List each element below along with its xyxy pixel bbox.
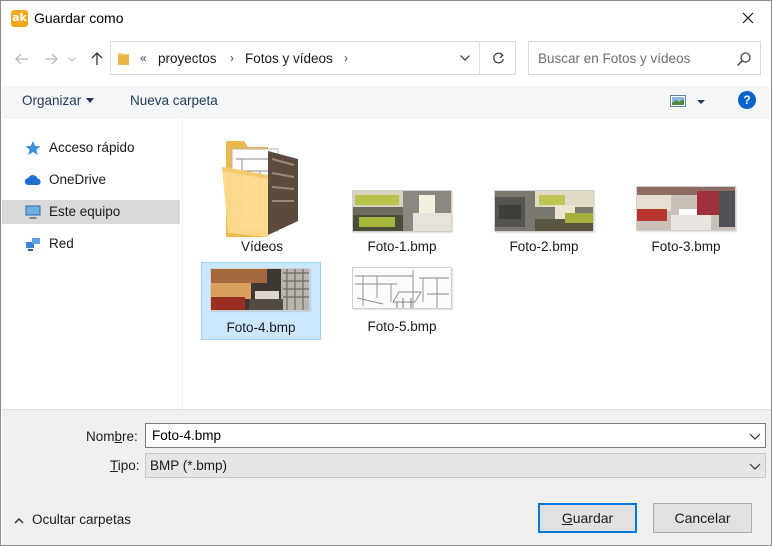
command-bar: Organizar Nueva carpeta ? xyxy=(2,86,770,118)
save-button-accesskey: G xyxy=(561,510,573,526)
file-type-label-text: ipo: xyxy=(117,458,140,473)
image-thumbnail xyxy=(210,268,310,311)
file-list: Vídeos Foto-1.bmp Foto-2.bmp Foto-3.bmp … xyxy=(184,119,771,409)
hide-folders-label: Ocultar carpetas xyxy=(32,512,132,527)
chevron-up-icon xyxy=(14,517,24,524)
file-name-label-text: Nom xyxy=(86,429,115,444)
save-button-label: uardar xyxy=(572,510,614,526)
search-box[interactable] xyxy=(528,41,761,75)
save-as-dialog: ak Guardar como « proyectos › Fotos y ví… xyxy=(0,0,772,546)
forward-button[interactable] xyxy=(41,49,61,69)
folder-icon xyxy=(118,53,129,65)
computer-icon xyxy=(25,205,41,219)
sidebar-item-quick-access[interactable]: Acceso rápido xyxy=(2,136,180,160)
chevron-down-icon xyxy=(460,55,470,61)
image-thumbnail xyxy=(636,186,736,231)
app-icon: ak xyxy=(11,10,28,27)
cancel-button[interactable]: Cancelar xyxy=(653,503,752,533)
view-options-button[interactable] xyxy=(670,92,708,112)
chevron-down-icon xyxy=(86,98,95,103)
dialog-title: Guardar como xyxy=(34,10,124,26)
search-icon[interactable] xyxy=(736,51,752,67)
file-item-foto-5[interactable]: Foto-5.bmp xyxy=(342,262,462,340)
sidebar-item-label: OneDrive xyxy=(49,172,107,187)
image-thumbnail xyxy=(352,190,452,232)
file-item-foto-4[interactable]: Foto-4.bmp xyxy=(201,262,321,340)
back-button[interactable] xyxy=(12,49,32,69)
sidebar-item-network[interactable]: Red xyxy=(2,232,180,256)
arrow-up-icon xyxy=(91,52,103,65)
breadcrumb-separator[interactable]: › xyxy=(230,51,234,65)
file-name: Foto-2.bmp xyxy=(509,239,579,254)
address-bar[interactable]: « proyectos › Fotos y vídeos › xyxy=(110,41,516,75)
arrow-left-icon xyxy=(15,53,28,65)
recent-locations-button[interactable] xyxy=(65,49,79,69)
title-bar: ak Guardar como xyxy=(1,1,771,35)
file-type-label: Tipo: xyxy=(110,458,140,473)
address-history-dropdown[interactable] xyxy=(450,42,480,74)
file-type-value: BMP (*.bmp) xyxy=(150,458,228,473)
breadcrumb-separator[interactable]: › xyxy=(344,51,348,65)
sidebar-item-this-pc[interactable]: Este equipo xyxy=(2,200,180,224)
new-folder-button[interactable]: Nueva carpeta xyxy=(130,93,218,108)
file-name-input[interactable] xyxy=(152,428,732,443)
file-name-label: Nombre: xyxy=(86,429,138,444)
chevron-down-icon[interactable] xyxy=(749,431,761,441)
file-name-combobox[interactable] xyxy=(145,423,766,448)
file-name-label-text: re: xyxy=(122,429,138,444)
file-name: Vídeos xyxy=(240,239,284,254)
organize-button[interactable]: Organizar xyxy=(22,93,95,108)
star-icon xyxy=(25,141,41,155)
file-name-label-accesskey: b xyxy=(114,429,123,444)
file-name: Foto-3.bmp xyxy=(651,239,721,254)
save-options-panel: Nombre: Tipo: BMP (*.bmp) Ocultar carpet… xyxy=(2,409,771,545)
close-icon xyxy=(742,12,754,23)
refresh-button[interactable] xyxy=(481,42,515,74)
help-button[interactable]: ? xyxy=(738,91,756,109)
image-thumbnail xyxy=(494,190,594,232)
breadcrumb-proyectos[interactable]: proyectos xyxy=(158,51,217,66)
navigation-pane: Acceso rápido OneDrive Este equipo Red xyxy=(2,119,183,409)
file-item-foto-1[interactable]: Foto-1.bmp xyxy=(342,127,462,259)
file-name: Foto-5.bmp xyxy=(367,319,437,334)
search-input[interactable] xyxy=(538,50,733,67)
file-name: Foto-1.bmp xyxy=(367,239,437,254)
sidebar-item-label: Red xyxy=(49,236,74,251)
chevron-down-icon xyxy=(749,463,761,470)
sidebar-item-label: Acceso rápido xyxy=(49,140,135,155)
close-button[interactable] xyxy=(725,1,771,34)
sidebar-item-label: Este equipo xyxy=(49,204,121,219)
sidebar-item-onedrive[interactable]: OneDrive xyxy=(2,168,180,192)
cloud-icon xyxy=(24,175,41,186)
chevron-down-icon xyxy=(68,56,76,62)
organize-label: Organizar xyxy=(22,93,82,108)
arrow-right-icon xyxy=(45,53,58,65)
breadcrumb-overflow[interactable]: « xyxy=(140,51,147,65)
network-icon xyxy=(26,238,40,251)
up-button[interactable] xyxy=(87,49,107,69)
folder-item-videos[interactable]: Vídeos xyxy=(202,127,322,259)
file-item-foto-2[interactable]: Foto-2.bmp xyxy=(484,127,604,259)
hide-folders-toggle[interactable]: Ocultar carpetas xyxy=(14,512,131,527)
address-divider xyxy=(479,42,480,74)
file-type-select[interactable]: BMP (*.bmp) xyxy=(145,453,766,478)
file-type-label-accesskey: T xyxy=(110,458,118,473)
image-thumbnail xyxy=(352,267,452,309)
save-button[interactable]: Guardar xyxy=(538,503,637,533)
file-item-foto-3[interactable]: Foto-3.bmp xyxy=(626,127,746,259)
breadcrumb-fotos-y-videos[interactable]: Fotos y vídeos xyxy=(245,51,333,66)
folder-icon xyxy=(222,141,298,237)
file-name: Foto-4.bmp xyxy=(226,320,296,335)
view-thumbnails-icon xyxy=(670,95,705,107)
refresh-icon xyxy=(492,51,504,63)
